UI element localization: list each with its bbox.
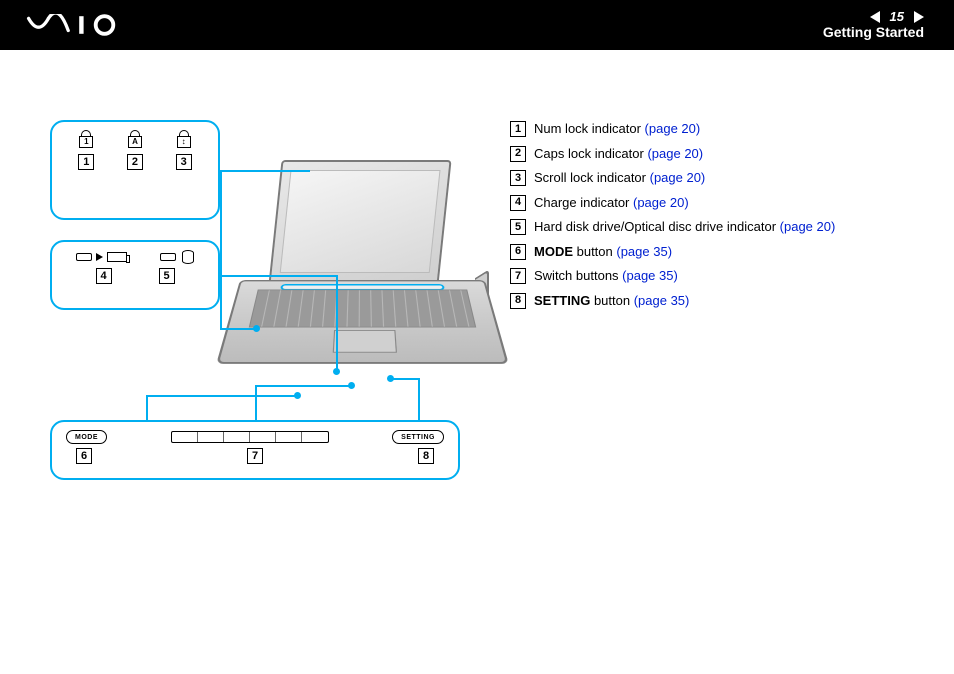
legend-text: Switch buttons (page 35) <box>534 267 678 285</box>
legend-list: 1 Num lock indicator (page 20) 2 Caps lo… <box>510 120 954 540</box>
leader-line <box>220 170 222 330</box>
legend-number: 7 <box>510 268 526 284</box>
page-header: 15 Getting Started <box>0 0 954 50</box>
legend-number: 4 <box>510 195 526 211</box>
callout-panel-buttons: MODE SETTING 6 7 8 <box>50 420 460 480</box>
legend-number: 2 <box>510 146 526 162</box>
callout-number: 7 <box>247 448 263 464</box>
legend-item: 6 MODE button (page 35) <box>510 243 914 261</box>
legend-number: 5 <box>510 219 526 235</box>
legend-text: Scroll lock indicator (page 20) <box>534 169 705 187</box>
page-link[interactable]: (page 35) <box>622 268 678 283</box>
legend-number: 8 <box>510 293 526 309</box>
leader-dot <box>333 368 340 375</box>
callout-number: 8 <box>418 448 434 464</box>
leader-dot <box>348 382 355 389</box>
page-link[interactable]: (page 20) <box>633 195 689 210</box>
callout-number: 5 <box>159 268 175 284</box>
leader-line <box>336 275 338 370</box>
leader-dot <box>387 375 394 382</box>
legend-item: 2 Caps lock indicator (page 20) <box>510 145 914 163</box>
leader-dot <box>253 325 260 332</box>
page-link[interactable]: (page 20) <box>780 219 836 234</box>
legend-text: Charge indicator (page 20) <box>534 194 689 212</box>
leader-line <box>146 395 296 397</box>
prev-page-icon[interactable] <box>870 11 880 23</box>
leader-line <box>255 385 257 420</box>
page-link[interactable]: (page 20) <box>650 170 706 185</box>
legend-item: 8 SETTING button (page 35) <box>510 292 914 310</box>
vaio-logo-svg <box>22 14 132 36</box>
vaio-logo <box>22 14 132 36</box>
setting-button-graphic: SETTING <box>392 430 444 444</box>
page-link[interactable]: (page 20) <box>647 146 703 161</box>
drive-led-icon <box>160 253 176 261</box>
switch-buttons-graphic <box>171 431 329 443</box>
callout-number: 6 <box>76 448 92 464</box>
header-right: 15 Getting Started <box>823 9 924 41</box>
leader-line <box>220 275 338 277</box>
legend-number: 3 <box>510 170 526 186</box>
callout-number: 2 <box>127 154 143 170</box>
page-link[interactable]: (page 20) <box>645 121 701 136</box>
numlock-icon: 1 <box>77 130 95 148</box>
legend-text: Num lock indicator (page 20) <box>534 120 700 138</box>
callout-panel-indicators-mid: 4 5 <box>50 240 220 310</box>
legend-text: Hard disk drive/Optical disc drive indic… <box>534 218 835 236</box>
legend-item: 5 Hard disk drive/Optical disc drive ind… <box>510 218 914 236</box>
page-link[interactable]: (page 35) <box>616 244 672 259</box>
laptop-keyboard <box>249 290 477 328</box>
legend-text: SETTING button (page 35) <box>534 292 689 310</box>
leader-line <box>390 378 420 380</box>
leader-line <box>146 395 148 420</box>
callout-number: 4 <box>96 268 112 284</box>
leader-line <box>418 378 420 420</box>
legend-item: 1 Num lock indicator (page 20) <box>510 120 914 138</box>
legend-number: 6 <box>510 244 526 260</box>
next-page-icon[interactable] <box>914 11 924 23</box>
laptop-screen <box>268 160 451 285</box>
charge-led-icon <box>76 253 92 261</box>
laptop-touchpad <box>333 330 397 353</box>
scrolllock-icon: ↕ <box>175 130 193 148</box>
section-title: Getting Started <box>823 24 924 41</box>
page-content: 1 A ↕ 1 2 3 <box>0 50 954 540</box>
callout-panel-indicators-top: 1 A ↕ 1 2 3 <box>50 120 220 220</box>
arrow-right-icon <box>96 253 103 261</box>
laptop-base <box>216 280 509 364</box>
mode-button-graphic: MODE <box>66 430 107 444</box>
legend-number: 1 <box>510 121 526 137</box>
leader-dot <box>294 392 301 399</box>
page-number: 15 <box>890 9 904 25</box>
product-diagram: 1 A ↕ 1 2 3 <box>50 120 510 540</box>
legend-item: 7 Switch buttons (page 35) <box>510 267 914 285</box>
callout-number: 1 <box>78 154 94 170</box>
leader-line <box>255 385 350 387</box>
legend-text: MODE button (page 35) <box>534 243 672 261</box>
page-nav: 15 <box>823 9 924 25</box>
legend-text: Caps lock indicator (page 20) <box>534 145 703 163</box>
leader-line <box>220 170 310 172</box>
leader-line <box>220 328 255 330</box>
capslock-icon: A <box>126 130 144 148</box>
disk-icon <box>182 250 194 264</box>
battery-icon <box>107 252 127 262</box>
legend-item: 4 Charge indicator (page 20) <box>510 194 914 212</box>
page-link[interactable]: (page 35) <box>634 293 690 308</box>
legend-item: 3 Scroll lock indicator (page 20) <box>510 169 914 187</box>
laptop-illustration <box>240 160 485 400</box>
callout-number: 3 <box>176 154 192 170</box>
